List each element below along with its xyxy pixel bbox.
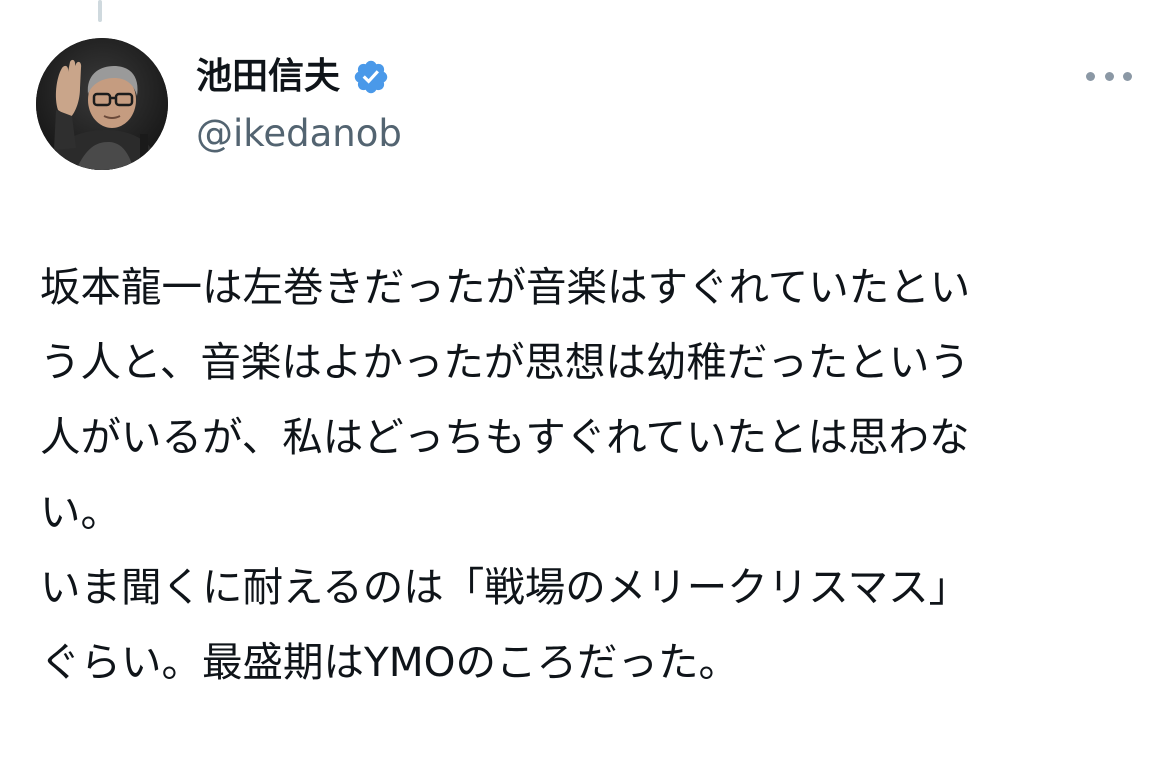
author-display-name[interactable]: 池田信夫 bbox=[196, 52, 340, 102]
tweet-text-line: 坂本龍一は左巻きだったが音楽はすぐれていたとい bbox=[40, 263, 971, 311]
more-options-icon[interactable] bbox=[1086, 66, 1132, 86]
verified-badge-icon bbox=[352, 58, 390, 96]
tweet-text-line: いま聞くに耐えるのは「戦場のメリークリスマス」 bbox=[40, 563, 970, 611]
tweet-text-line: い。 bbox=[40, 488, 121, 536]
more-dot bbox=[1123, 71, 1132, 81]
avatar-photo-icon bbox=[36, 38, 168, 170]
more-dot bbox=[1086, 71, 1095, 81]
tweet-text: 坂本龍一は左巻きだったが音楽はすぐれていたとい う人と、音楽はよかったが思想は幼… bbox=[40, 250, 1144, 700]
thread-connector-line bbox=[98, 0, 102, 22]
author-handle[interactable]: @ikedanob bbox=[196, 110, 402, 158]
tweet-text-line: う人と、音楽はよかったが思想は幼稚だったという bbox=[40, 338, 970, 386]
author-name-row: 池田信夫 bbox=[196, 52, 390, 102]
tweet-text-line: ぐらい。最盛期はYMOのころだった。 bbox=[40, 638, 740, 686]
tweet-text-line: 人がいるが、私はどっちもすぐれていたとは思わな bbox=[40, 413, 970, 461]
more-dot bbox=[1104, 71, 1114, 81]
author-avatar[interactable] bbox=[36, 38, 168, 170]
